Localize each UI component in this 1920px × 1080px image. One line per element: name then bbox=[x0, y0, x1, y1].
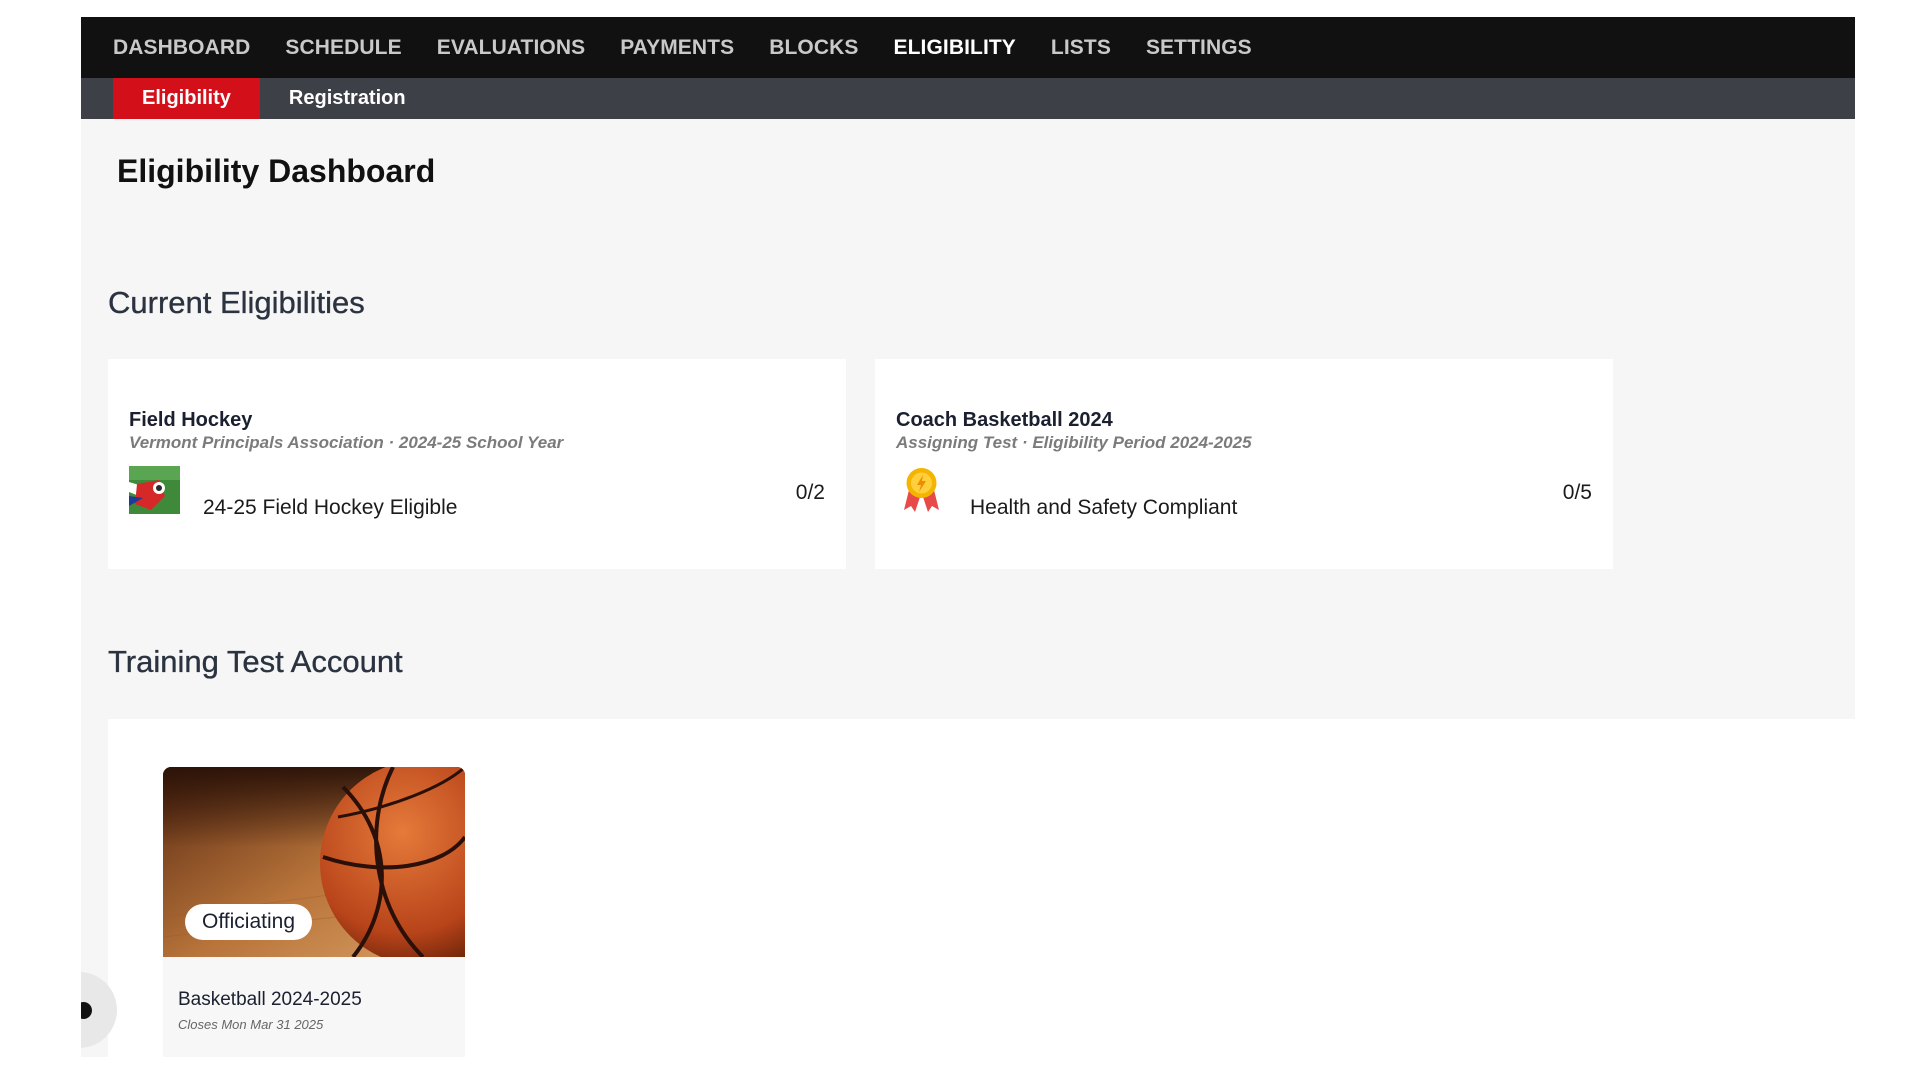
tile-title: Basketball 2024-2025 bbox=[178, 989, 362, 1010]
nav-blocks[interactable]: BLOCKS bbox=[769, 36, 858, 60]
subnav-registration-tab[interactable]: Registration bbox=[260, 78, 435, 119]
card-subtitle: Vermont Principals Association · 2024-25… bbox=[129, 433, 564, 452]
basketball-court-image: Officiating bbox=[163, 767, 465, 957]
training-tile-basketball[interactable]: Officiating Basketball 2024-2025 Closes … bbox=[163, 767, 465, 1057]
eligibility-item-label: Health and Safety Compliant bbox=[970, 496, 1238, 519]
current-eligibilities-heading: Current Eligibilities bbox=[108, 285, 365, 320]
card-subtitle: Assigning Test · Eligibility Period 2024… bbox=[896, 433, 1252, 452]
top-nav: DASHBOARD SCHEDULE EVALUATIONS PAYMENTS … bbox=[81, 17, 1855, 78]
app-window: DASHBOARD SCHEDULE EVALUATIONS PAYMENTS … bbox=[81, 17, 1855, 1057]
card-title: Field Hockey bbox=[129, 409, 253, 431]
nav-payments[interactable]: PAYMENTS bbox=[620, 36, 734, 60]
eligibility-item-label: 24-25 Field Hockey Eligible bbox=[203, 496, 458, 519]
tile-close-date: Closes Mon Mar 31 2025 bbox=[178, 1017, 324, 1032]
training-panel: Officiating Basketball 2024-2025 Closes … bbox=[108, 719, 1855, 1057]
subnav-eligibility-tab[interactable]: Eligibility bbox=[113, 78, 260, 119]
category-badge: Officiating bbox=[185, 904, 312, 940]
chat-icon bbox=[81, 1002, 92, 1019]
nav-lists[interactable]: LISTS bbox=[1051, 36, 1111, 60]
eligibility-count: 0/5 bbox=[1562, 481, 1592, 504]
nav-schedule[interactable]: SCHEDULE bbox=[285, 36, 401, 60]
card-title: Coach Basketball 2024 bbox=[896, 409, 1113, 431]
nav-settings[interactable]: SETTINGS bbox=[1146, 36, 1252, 60]
eligibility-count: 0/2 bbox=[795, 481, 825, 504]
eligibility-card-field-hockey[interactable]: Field Hockey Vermont Principals Associat… bbox=[108, 359, 846, 569]
sub-nav: Eligibility Registration bbox=[81, 78, 1855, 119]
field-hockey-logo-icon bbox=[129, 466, 180, 514]
page-title: Eligibility Dashboard bbox=[117, 153, 436, 189]
nav-evaluations[interactable]: EVALUATIONS bbox=[437, 36, 586, 60]
training-account-heading: Training Test Account bbox=[108, 644, 403, 679]
award-medal-icon bbox=[896, 466, 947, 514]
eligibility-card-coach-basketball[interactable]: Coach Basketball 2024 Assigning Test · E… bbox=[875, 359, 1613, 569]
nav-dashboard[interactable]: DASHBOARD bbox=[113, 36, 250, 60]
nav-eligibility[interactable]: ELIGIBILITY bbox=[893, 36, 1015, 60]
